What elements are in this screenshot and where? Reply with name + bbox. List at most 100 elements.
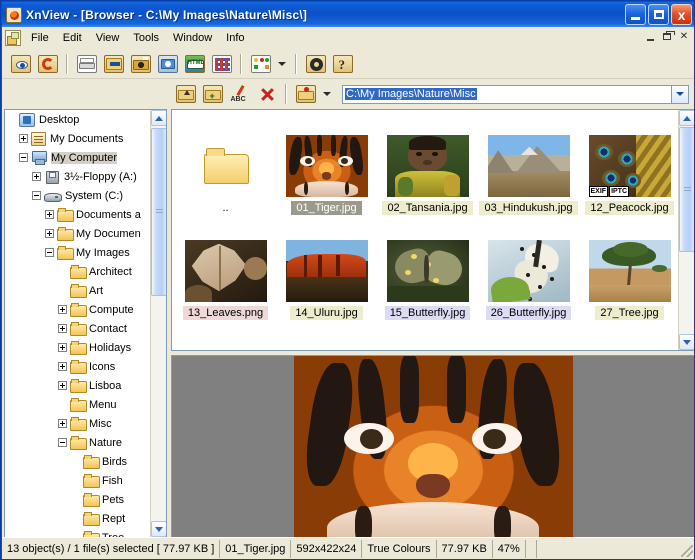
- tree-node-my-documen[interactable]: My Documen: [5, 224, 152, 243]
- tree-node-lisboa[interactable]: Lisboa: [5, 376, 152, 395]
- thumbnail-item-01-tiger-jpg[interactable]: 01_Tiger.jpg: [277, 112, 376, 215]
- favorites-dropdown[interactable]: [320, 82, 334, 106]
- expand-plus-icon[interactable]: [32, 172, 41, 181]
- thumbnail-label[interactable]: 01_Tiger.jpg: [291, 201, 362, 215]
- thumbnail-label[interactable]: 26_Butterfly.jpg: [485, 306, 572, 320]
- resize-grip-icon[interactable]: [681, 545, 693, 557]
- tree-node-holidays[interactable]: Holidays: [5, 338, 152, 357]
- tree-node-my-images[interactable]: My Images: [5, 243, 152, 262]
- tree-node-contact[interactable]: Contact: [5, 319, 152, 338]
- tree-scroll-up-button[interactable]: [151, 110, 166, 126]
- tree-node-rept[interactable]: Rept: [5, 509, 152, 528]
- print-button[interactable]: [74, 52, 99, 76]
- refresh-button[interactable]: [35, 52, 60, 76]
- expand-plus-icon[interactable]: [58, 305, 67, 314]
- thumbnail-label[interactable]: 02_Tansania.jpg: [382, 201, 473, 215]
- slideshow-button[interactable]: [155, 52, 180, 76]
- collapse-minus-icon[interactable]: [58, 438, 67, 447]
- title-bar[interactable]: XnView - [Browser - C:\My Images\Nature\…: [2, 2, 694, 27]
- tree-vertical-scrollbar[interactable]: [150, 110, 166, 537]
- thumbnail-label[interactable]: ..: [217, 201, 233, 215]
- thumbnail-item-03-hindukush-jpg[interactable]: 03_Hindukush.jpg: [479, 112, 578, 215]
- parent-folder-button[interactable]: [173, 82, 198, 106]
- mdi-document-icon[interactable]: [5, 30, 21, 46]
- delete-button[interactable]: [254, 82, 279, 106]
- minimize-button[interactable]: [625, 4, 646, 25]
- help-button[interactable]: ?: [330, 52, 355, 76]
- address-bar[interactable]: C:\My Images\Nature\Misc: [342, 84, 689, 104]
- thumbnail-label[interactable]: 15_Butterfly.jpg: [384, 306, 471, 320]
- tree-node-fish[interactable]: Fish: [5, 471, 152, 490]
- thumb-scroll-up-button[interactable]: [679, 110, 694, 126]
- thumbnail-label[interactable]: 27_Tree.jpg: [595, 306, 664, 320]
- folder-tree-list[interactable]: Desktop My Documents My Computer 3½-Floppy …: [5, 110, 152, 537]
- thumbnail-item-13-leaves-png[interactable]: 13_Leaves.png: [176, 217, 275, 320]
- thumbnail-pane[interactable]: .. 01_Tiger.jpg 02_Tansania.jpg 03_Hindu…: [171, 109, 694, 351]
- mdi-restore-button[interactable]: [659, 29, 675, 44]
- menu-tools[interactable]: Tools: [126, 30, 166, 46]
- thumbnail-label[interactable]: 12_Peacock.jpg: [585, 201, 674, 215]
- tree-node-pets[interactable]: Pets: [5, 490, 152, 509]
- rename-button[interactable]: ABC: [227, 82, 252, 106]
- tree-node-compute[interactable]: Compute: [5, 300, 152, 319]
- expand-plus-icon[interactable]: [58, 381, 67, 390]
- thumbnail-item-27-tree-jpg[interactable]: 27_Tree.jpg: [580, 217, 679, 320]
- tree-node-desktop[interactable]: Desktop: [5, 110, 152, 129]
- close-button[interactable]: x: [671, 4, 692, 25]
- thumbnail-item-parent[interactable]: ..: [176, 112, 275, 215]
- thumbnail-grid[interactable]: .. 01_Tiger.jpg 02_Tansania.jpg 03_Hindu…: [172, 110, 680, 350]
- tree-node-misc[interactable]: Misc: [5, 414, 152, 433]
- tree-node-tree[interactable]: Tree: [5, 528, 152, 537]
- expand-plus-icon[interactable]: [58, 324, 67, 333]
- tree-node-icons[interactable]: Icons: [5, 357, 152, 376]
- thumb-scroll-thumb[interactable]: [679, 127, 694, 252]
- thumb-scroll-down-button[interactable]: [679, 334, 694, 350]
- screen-capture-button[interactable]: [128, 52, 153, 76]
- tree-scroll-down-button[interactable]: [151, 521, 166, 537]
- menu-file[interactable]: File: [24, 30, 56, 46]
- thumbnail-item-15-butterfly-jpg[interactable]: 15_Butterfly.jpg: [378, 217, 477, 320]
- thumbnail-item-02-tansania-jpg[interactable]: 02_Tansania.jpg: [378, 112, 477, 215]
- tree-node-system-c[interactable]: System (C:): [5, 186, 152, 205]
- expand-plus-icon[interactable]: [58, 343, 67, 352]
- tree-node-menu[interactable]: Menu: [5, 395, 152, 414]
- expand-plus-icon[interactable]: [19, 134, 28, 143]
- tree-node-architect[interactable]: Architect: [5, 262, 152, 281]
- thumbnail-label[interactable]: 14_Uluru.jpg: [290, 306, 363, 320]
- menu-window[interactable]: Window: [166, 30, 219, 46]
- browser-view-button[interactable]: [8, 52, 33, 76]
- tree-node-3-floppy-a[interactable]: 3½-Floppy (A:): [5, 167, 152, 186]
- tree-node-my-computer[interactable]: My Computer: [5, 148, 152, 167]
- thumbnail-item-14-uluru-jpg[interactable]: 14_Uluru.jpg: [277, 217, 376, 320]
- address-input[interactable]: C:\My Images\Nature\Misc: [345, 88, 477, 100]
- collapse-minus-icon[interactable]: [45, 248, 54, 257]
- thumbnail-options-button[interactable]: [248, 52, 273, 76]
- expand-plus-icon[interactable]: [45, 210, 54, 219]
- html-gallery-button[interactable]: HTML: [182, 52, 207, 76]
- new-folder-button[interactable]: +: [200, 82, 225, 106]
- address-dropdown-button[interactable]: [671, 85, 688, 103]
- image-preview-pane[interactable]: [171, 355, 694, 554]
- contact-sheet-button[interactable]: [209, 52, 234, 76]
- tree-scroll-thumb[interactable]: [151, 128, 166, 296]
- expand-plus-icon[interactable]: [45, 229, 54, 238]
- tree-node-documents-a[interactable]: Documents a: [5, 205, 152, 224]
- mdi-close-button[interactable]: ✕: [676, 29, 692, 44]
- favorites-button[interactable]: [293, 82, 318, 106]
- thumbnail-item-26-butterfly-jpg[interactable]: 26_Butterfly.jpg: [479, 217, 578, 320]
- thumbnail-label[interactable]: 13_Leaves.png: [182, 306, 269, 320]
- tree-node-art[interactable]: Art: [5, 281, 152, 300]
- settings-button[interactable]: [303, 52, 328, 76]
- menu-view[interactable]: View: [89, 30, 127, 46]
- tree-node-nature[interactable]: Nature: [5, 433, 152, 452]
- expand-plus-icon[interactable]: [58, 362, 67, 371]
- thumbnail-vertical-scrollbar[interactable]: [678, 110, 694, 350]
- thumbnail-item-12-peacock-jpg[interactable]: EXIF IPTC 12_Peacock.jpg: [580, 112, 679, 215]
- thumbnail-label[interactable]: 03_Hindukush.jpg: [479, 201, 578, 215]
- folder-tree-panel[interactable]: Desktop My Documents My Computer 3½-Floppy …: [4, 109, 167, 554]
- tree-node-birds[interactable]: Birds: [5, 452, 152, 471]
- menu-info[interactable]: Info: [219, 30, 251, 46]
- collapse-minus-icon[interactable]: [19, 153, 28, 162]
- mdi-minimize-button[interactable]: [642, 29, 658, 44]
- collapse-minus-icon[interactable]: [32, 191, 41, 200]
